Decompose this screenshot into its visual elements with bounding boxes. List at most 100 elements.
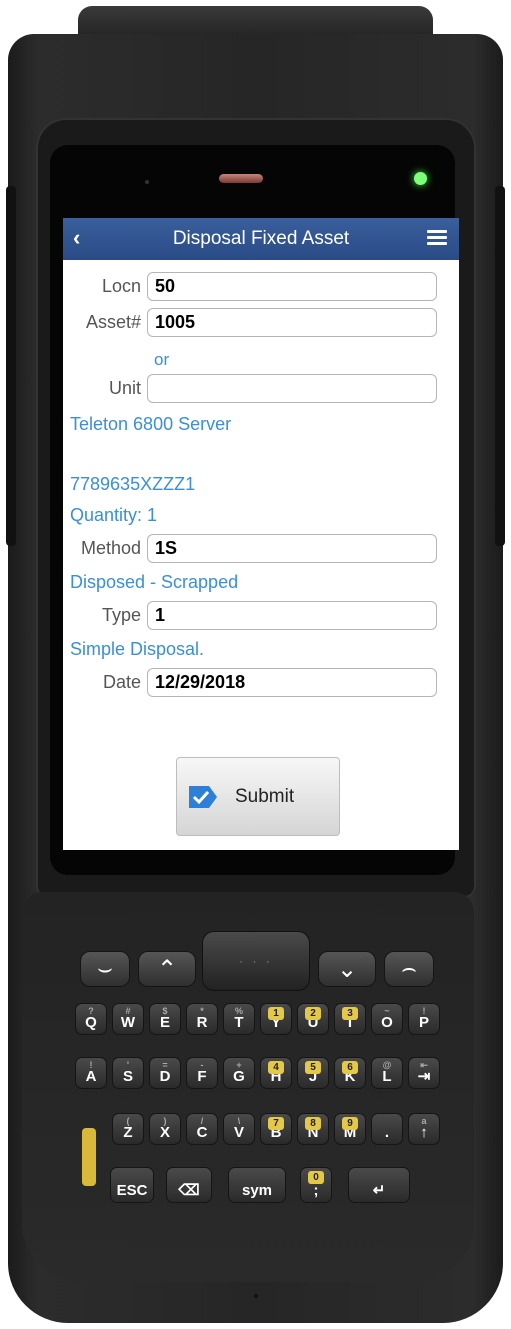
key-letter-label: Q	[85, 1014, 97, 1031]
date-field[interactable]: 12/29/2018	[147, 668, 437, 697]
key-letter-label: A	[85, 1068, 97, 1085]
key-symbol-label: !	[89, 1060, 93, 1070]
type-field[interactable]: 1	[147, 601, 437, 630]
key-w[interactable]: # W	[112, 1003, 144, 1035]
asset-description: Teleton 6800 Server	[70, 414, 232, 434]
key-p[interactable]: ! P	[408, 1003, 440, 1035]
backspace-key[interactable]: ⌫	[166, 1167, 212, 1203]
key-letter-label: D	[159, 1068, 171, 1085]
key-symbol-label: ⇤	[420, 1060, 428, 1070]
right-grip	[495, 186, 505, 546]
key-i[interactable]: 3I	[334, 1003, 366, 1035]
method-field[interactable]: 1S	[147, 534, 437, 563]
locn-label: Locn	[101, 276, 141, 296]
key-e[interactable]: $ E	[149, 1003, 181, 1035]
locn-field[interactable]: 50	[147, 272, 437, 301]
key-[interactable]: a ↑	[408, 1113, 440, 1145]
key-[interactable]: ⇤ ⇥	[408, 1057, 440, 1089]
type-label: Type	[101, 605, 141, 625]
key-m[interactable]: 9M	[334, 1113, 366, 1145]
asset-row: Asset# 1005	[63, 308, 437, 337]
type-row: Type 1	[63, 601, 437, 630]
key-h[interactable]: 4H	[260, 1057, 292, 1089]
key-number-label: 7	[268, 1117, 284, 1130]
type-description: Simple Disposal.	[70, 639, 205, 659]
yellow-function-key[interactable]	[82, 1128, 96, 1186]
backspace-icon: ⌫	[178, 1182, 200, 1199]
end-call-key[interactable]: ⌢	[384, 951, 434, 987]
key-q[interactable]: ? Q	[75, 1003, 107, 1035]
phone-hangup-icon: ⌢	[401, 955, 417, 982]
phone-answer-icon: ⌣	[97, 955, 113, 982]
unit-row: Unit	[63, 374, 437, 403]
date-label: Date	[102, 672, 141, 692]
key-u[interactable]: 2U	[297, 1003, 329, 1035]
down-nav-key[interactable]: ⌄	[318, 951, 376, 987]
earpiece-speaker	[219, 174, 263, 183]
key-t[interactable]: % T	[223, 1003, 255, 1035]
key-number-label: 5	[305, 1061, 321, 1074]
key-symbol-label: =	[162, 1060, 168, 1070]
key-symbol-label: '	[126, 1060, 130, 1070]
key-letter-label: F	[197, 1068, 207, 1085]
asset-label: Asset#	[85, 312, 141, 332]
key-o[interactable]: ~ O	[371, 1003, 403, 1035]
key-label: sym	[241, 1182, 273, 1199]
space-key[interactable]: sym	[228, 1167, 286, 1203]
key-[interactable]: .	[371, 1113, 403, 1145]
back-button[interactable]: ‹	[73, 227, 80, 249]
status-led	[414, 172, 427, 185]
key-y[interactable]: 1Y	[260, 1003, 292, 1035]
asset-field[interactable]: 1005	[147, 308, 437, 337]
key-s[interactable]: ' S	[112, 1057, 144, 1089]
key-symbol-label: ?	[88, 1006, 94, 1016]
call-key[interactable]: ⌣	[80, 951, 130, 987]
submit-button[interactable]: Submit	[176, 757, 340, 836]
key-symbol-label: +	[236, 1060, 242, 1070]
key-symbol-label: *	[200, 1006, 204, 1016]
key-number-label: 2	[305, 1007, 321, 1020]
key-symbol-label: !	[422, 1006, 426, 1016]
key-r[interactable]: * R	[186, 1003, 218, 1035]
key-letter-label: E	[159, 1014, 170, 1031]
key-number-label: 3	[342, 1007, 358, 1020]
key-v[interactable]: \ V	[223, 1113, 255, 1145]
key-symbol-label: ~	[384, 1006, 390, 1016]
key-b[interactable]: 7B	[260, 1113, 292, 1145]
key-n[interactable]: 8N	[297, 1113, 329, 1145]
chevron-up-icon: ⌃	[156, 955, 178, 983]
key-d[interactable]: = D	[149, 1057, 181, 1089]
key-j[interactable]: 5J	[297, 1057, 329, 1089]
key-letter-label: P	[418, 1014, 429, 1031]
or-text: or	[154, 350, 170, 369]
key-a[interactable]: ! A	[75, 1057, 107, 1089]
chevron-left-icon: ‹	[73, 225, 81, 250]
key-symbol-label: )	[163, 1116, 167, 1126]
method-row: Method 1S	[63, 534, 437, 563]
key-z[interactable]: (Z	[112, 1113, 144, 1145]
key-letter-label: X	[159, 1124, 170, 1141]
left-grip	[6, 186, 16, 546]
key-letter-label: T	[234, 1014, 244, 1031]
key-c[interactable]: / C	[186, 1113, 218, 1145]
checkmark-icon	[189, 785, 217, 808]
key-x[interactable]: ) X	[149, 1113, 181, 1145]
up-nav-key[interactable]: ⌃	[138, 951, 196, 987]
unit-field[interactable]	[147, 374, 437, 403]
esc-key[interactable]: ESC	[110, 1167, 154, 1203]
chevron-down-icon: ⌄	[336, 955, 358, 983]
key-letter-label: .	[384, 1124, 390, 1141]
key-g[interactable]: + G	[223, 1057, 255, 1089]
key-k[interactable]: 6K	[334, 1057, 366, 1089]
key-f[interactable]: -F	[186, 1057, 218, 1089]
key-number-label: 4	[268, 1061, 284, 1074]
locn-row: Locn 50	[63, 272, 437, 301]
key-number-label: 0	[308, 1171, 324, 1184]
key-symbol-label: -	[200, 1060, 204, 1070]
hamburger-menu-icon[interactable]	[427, 230, 447, 246]
key-l[interactable]: @ L	[371, 1057, 403, 1089]
key-letter-label: ↑	[420, 1124, 428, 1141]
zero-comma-key[interactable]: 0;	[300, 1167, 332, 1203]
enter-key[interactable]: ↵	[348, 1167, 410, 1203]
center-scan-key[interactable]: · · ·	[202, 931, 310, 991]
